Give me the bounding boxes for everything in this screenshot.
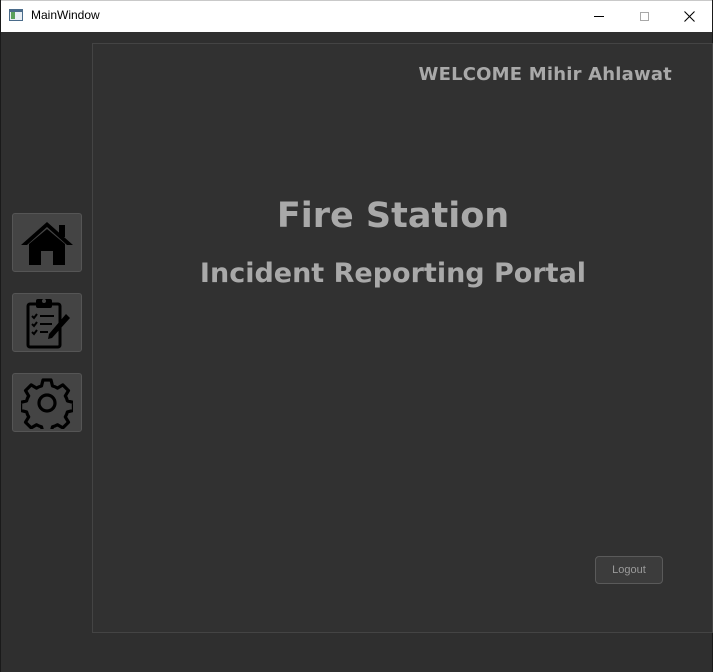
app-window-icon bbox=[9, 9, 23, 21]
maximize-button[interactable] bbox=[621, 1, 667, 32]
maximize-icon bbox=[639, 12, 649, 21]
page-subtitle: Incident Reporting Portal bbox=[199, 258, 587, 289]
home-icon bbox=[21, 221, 73, 265]
minimize-button[interactable] bbox=[576, 1, 622, 32]
main-panel: WELCOME Mihir Ahlawat Fire Station Incid… bbox=[92, 43, 713, 633]
minimize-icon bbox=[594, 16, 604, 17]
logout-button[interactable]: Logout bbox=[595, 556, 663, 584]
close-icon bbox=[683, 11, 695, 22]
home-button[interactable] bbox=[12, 213, 82, 272]
main-window: MainWindow WELCOME Mihir Ahlawat Fire St… bbox=[0, 0, 713, 672]
settings-button[interactable] bbox=[12, 373, 82, 432]
page-title: Fire Station bbox=[276, 196, 510, 236]
clipboard-checklist-icon bbox=[26, 298, 70, 348]
close-button[interactable] bbox=[666, 1, 712, 32]
window-title: MainWindow bbox=[31, 8, 100, 22]
report-button[interactable] bbox=[12, 293, 82, 352]
gear-icon bbox=[21, 377, 73, 429]
welcome-label: WELCOME Mihir Ahlawat bbox=[418, 64, 672, 85]
title-bar: MainWindow bbox=[1, 0, 712, 32]
